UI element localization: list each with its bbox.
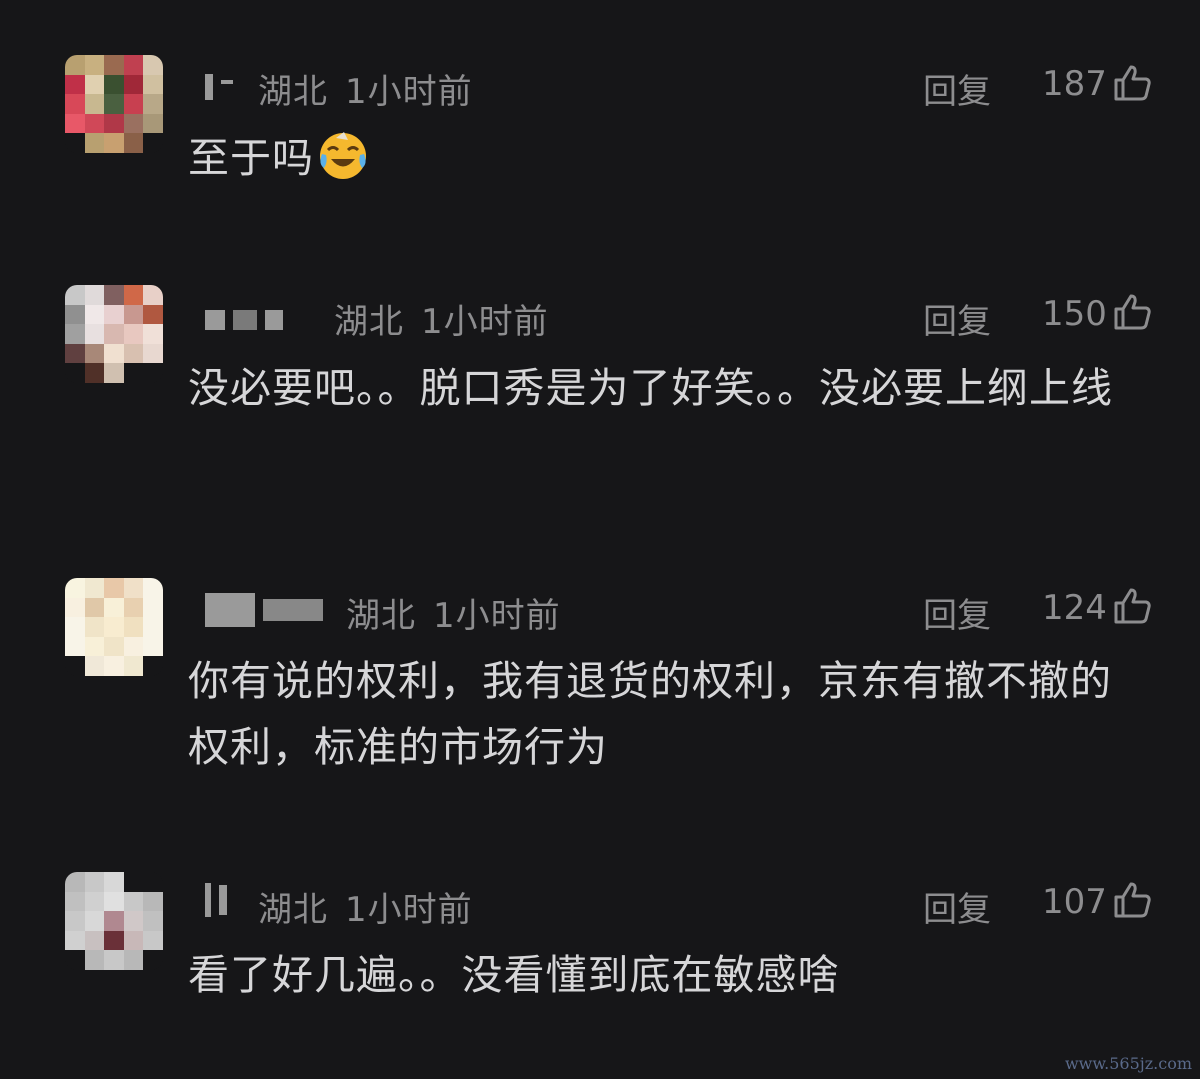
like-count: 187 — [1042, 64, 1107, 104]
reply-button[interactable]: 回复 — [923, 882, 991, 931]
thumbs-up-icon[interactable] — [1112, 292, 1152, 332]
timestamp: 1小时前 — [421, 302, 549, 342]
timestamp: 1小时前 — [433, 596, 561, 636]
timestamp: 1小时前 — [345, 890, 473, 930]
thumbs-up-icon[interactable] — [1112, 586, 1152, 626]
thumbs-up-icon[interactable] — [1112, 63, 1152, 103]
location-label: 湖北 — [258, 890, 328, 930]
comment-text: 看了好几遍。。没看懂到底在敏感啥 — [188, 951, 840, 999]
avatar[interactable] — [65, 55, 163, 153]
avatar[interactable] — [65, 872, 163, 970]
reply-button[interactable]: 回复 — [923, 64, 991, 113]
username-redacted[interactable] — [205, 883, 227, 917]
thumbs-up-icon[interactable] — [1112, 880, 1152, 920]
like-count: 150 — [1042, 294, 1107, 334]
comment-body: 至于吗 — [188, 134, 314, 182]
crying-laughing-face-icon — [320, 132, 366, 179]
username-redacted[interactable] — [205, 72, 233, 102]
location-label: 湖北 — [334, 302, 404, 342]
comment-text: 没必要吧。。脱口秀是为了好笑。。没必要上纲上线 — [188, 364, 1113, 412]
comment-text: 至于吗 — [188, 125, 1148, 191]
like-count: 124 — [1042, 588, 1107, 628]
username-redacted[interactable] — [205, 305, 283, 335]
location-label: 湖北 — [346, 596, 416, 636]
reply-button[interactable]: 回复 — [923, 294, 991, 343]
location-label: 湖北 — [258, 72, 328, 112]
watermark: www.565jz.com — [1064, 1054, 1192, 1073]
timestamp: 1小时前 — [345, 72, 473, 112]
avatar[interactable] — [65, 578, 163, 676]
like-count: 107 — [1042, 882, 1107, 922]
reply-button[interactable]: 回复 — [923, 588, 991, 637]
avatar[interactable] — [65, 285, 163, 383]
comment-text: 你有说的权利，我有退货的权利，京东有撤不撤的权利，标准的市场行为 — [188, 657, 1112, 771]
username-redacted[interactable] — [205, 593, 323, 627]
